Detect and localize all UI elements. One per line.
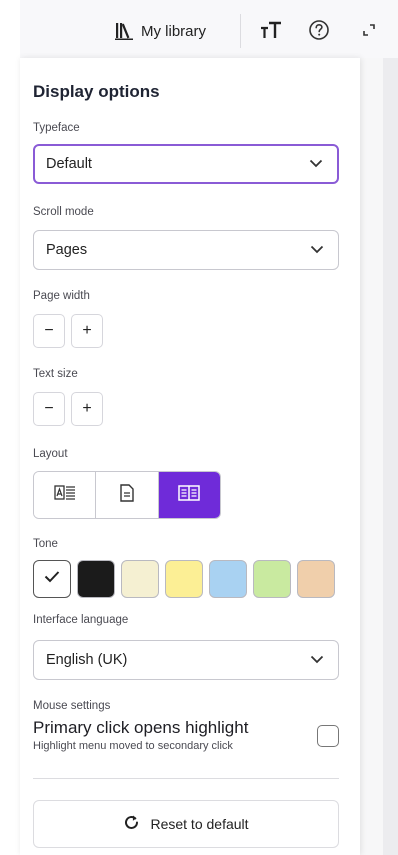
page-width-stepper: − + <box>33 314 103 348</box>
tone-swatch-yellow[interactable] <box>165 560 203 598</box>
reset-to-default-button[interactable]: Reset to default <box>33 800 339 848</box>
primary-click-checkbox[interactable] <box>317 725 339 747</box>
typeface-value: Default <box>46 156 92 172</box>
layout-toggle-group <box>33 471 221 519</box>
reset-label: Reset to default <box>150 816 249 832</box>
mouse-settings-label: Mouse settings <box>33 700 111 712</box>
tone-swatch-peach[interactable] <box>297 560 335 598</box>
scroll-mode-label: Scroll mode <box>33 206 94 218</box>
display-options-panel: Display options Typeface Default Scroll … <box>20 58 360 855</box>
chevron-down-icon <box>310 652 324 668</box>
tone-swatch-black[interactable] <box>77 560 115 598</box>
chevron-down-icon <box>309 156 323 172</box>
checkmark-icon <box>44 570 60 588</box>
background-left <box>0 0 20 855</box>
reset-icon <box>123 814 140 834</box>
text-size-decrease-button[interactable]: − <box>33 392 65 426</box>
interface-language-value: English (UK) <box>46 652 128 668</box>
typeface-label: Typeface <box>33 122 80 134</box>
reader-edge <box>383 55 398 855</box>
text-size-icon <box>260 21 282 44</box>
primary-click-title: Primary click opens highlight <box>33 718 249 737</box>
divider <box>33 778 339 779</box>
toolbar-divider <box>240 14 241 48</box>
page-width-decrease-button[interactable]: − <box>33 314 65 348</box>
tone-swatches <box>33 560 335 598</box>
layout-label: Layout <box>33 448 68 460</box>
library-books-icon <box>115 22 133 40</box>
help-button[interactable] <box>304 18 334 46</box>
scroll-mode-select[interactable]: Pages <box>33 230 339 270</box>
fullscreen-button[interactable] <box>356 18 382 46</box>
top-toolbar: My library <box>20 0 398 58</box>
help-circle-icon <box>308 19 330 46</box>
text-size-increase-button[interactable]: + <box>71 392 103 426</box>
primary-click-subtitle: Highlight menu moved to secondary click <box>33 740 233 752</box>
scroll-mode-value: Pages <box>46 242 88 258</box>
tone-label: Tone <box>33 538 58 550</box>
layout-option-single-page[interactable] <box>96 472 159 518</box>
expand-icon <box>361 22 377 43</box>
panel-title: Display options <box>33 82 160 101</box>
page-width-increase-button[interactable]: + <box>71 314 103 348</box>
tone-swatch-green[interactable] <box>253 560 291 598</box>
layout-option-two-page[interactable] <box>158 472 220 518</box>
single-page-icon <box>120 483 134 507</box>
page-width-label: Page width <box>33 290 90 302</box>
tone-swatch-cream[interactable] <box>121 560 159 598</box>
tone-swatch-white[interactable] <box>33 560 71 598</box>
interface-language-select[interactable]: English (UK) <box>33 640 339 680</box>
tone-swatch-blue[interactable] <box>209 560 247 598</box>
layout-option-text-image[interactable] <box>34 472 97 518</box>
text-size-button[interactable] <box>256 18 286 46</box>
text-size-stepper: − + <box>33 392 103 426</box>
text-with-image-icon <box>54 484 76 506</box>
typeface-select[interactable]: Default <box>33 144 339 184</box>
my-library-label: My library <box>141 22 207 40</box>
my-library-button[interactable]: My library <box>115 17 206 45</box>
text-size-label: Text size <box>33 368 78 380</box>
interface-language-label: Interface language <box>33 614 129 626</box>
two-page-spread-icon <box>178 484 201 506</box>
chevron-down-icon <box>310 242 324 258</box>
